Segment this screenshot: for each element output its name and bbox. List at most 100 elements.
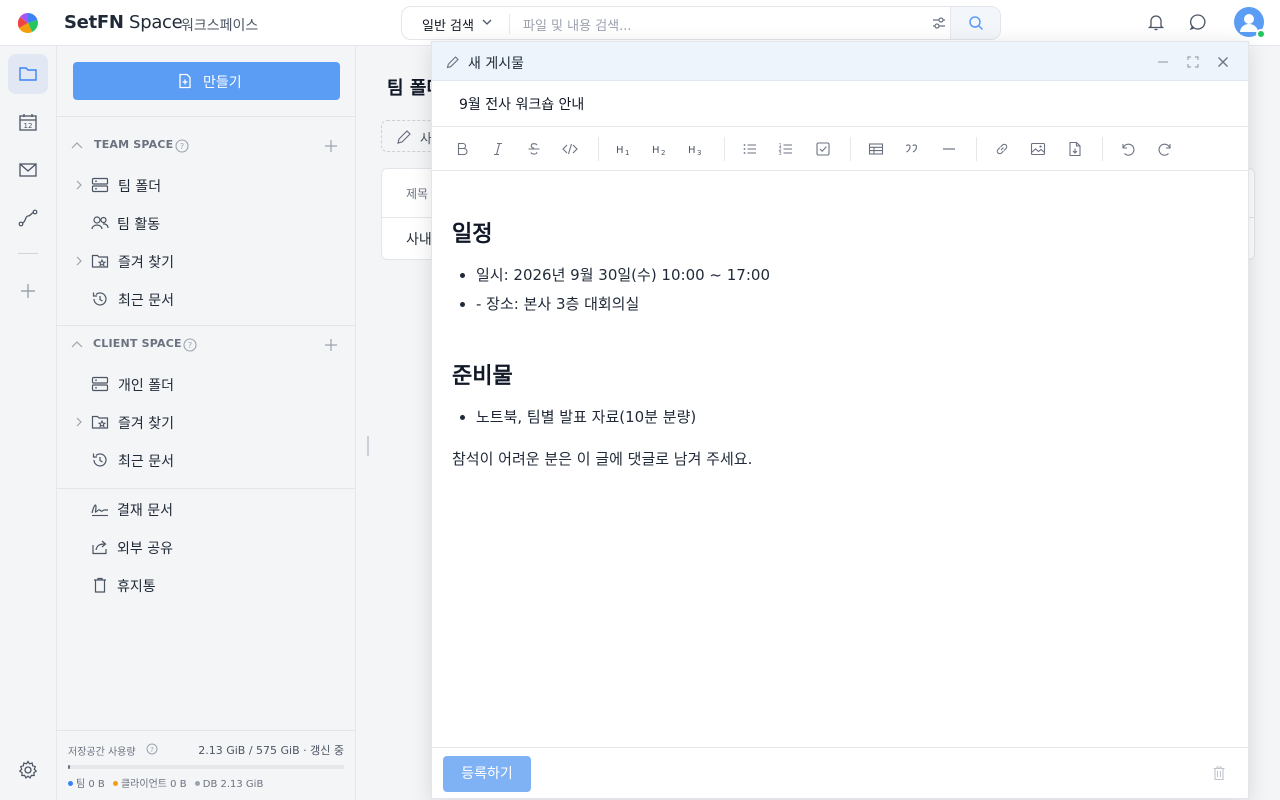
pencil-icon (397, 130, 411, 144)
search-bar: 일반 검색 파일 및 내용 검색... (401, 6, 1001, 40)
sidebar-item-client-recent[interactable]: 최근 문서 (57, 444, 356, 476)
search-mode-select[interactable]: 일반 검색 (422, 15, 474, 34)
rail-files[interactable] (8, 54, 48, 94)
app-logo[interactable] (18, 13, 38, 33)
chat-icon[interactable] (1188, 12, 1208, 32)
sidebar-item-trash[interactable]: 휴지통 (57, 569, 356, 601)
link-icon[interactable] (993, 140, 1011, 158)
chevron-right-icon[interactable] (75, 417, 83, 427)
legend-team: 팀 0 B (76, 779, 105, 790)
help-icon[interactable]: ? (146, 743, 158, 755)
client-space-header[interactable]: CLIENT SPACE ? (57, 333, 356, 357)
attachment-icon[interactable] (1066, 140, 1084, 158)
subject-input[interactable] (448, 90, 1228, 118)
brand-name[interactable]: SetFN Space (64, 12, 183, 33)
help-icon[interactable]: ? (175, 139, 189, 153)
dialog-footer: 등록하기 (432, 747, 1248, 799)
filter-icon[interactable] (931, 15, 947, 31)
user-avatar[interactable] (1234, 7, 1266, 39)
legend-dot-team (68, 781, 73, 786)
trash-icon[interactable] (1211, 765, 1227, 781)
undo-icon[interactable] (1119, 140, 1137, 158)
minimize-icon[interactable] (1156, 55, 1170, 69)
team-space-header[interactable]: TEAM SPACE ? (57, 134, 356, 158)
search-input[interactable]: 파일 및 내용 검색... (523, 15, 632, 34)
legend-client: 클라이언트 0 B (120, 779, 187, 790)
submit-button[interactable]: 등록하기 (443, 756, 531, 792)
new-post-dialog: 새 게시물 H1 H2 H3 123 일정 일시: 2026년 9 (431, 41, 1249, 799)
chevron-right-icon[interactable] (75, 180, 83, 190)
horizontal-rule-icon[interactable] (940, 140, 958, 158)
svg-text:1: 1 (625, 149, 629, 157)
chevron-up-icon[interactable] (71, 141, 83, 151)
editor-content[interactable]: 일정 일시: 2026년 9월 30일(수) 10:00 ~ 17:00 - 장… (432, 172, 1248, 746)
svg-text:H: H (688, 145, 696, 156)
sidebar-item-team-recent[interactable]: 최근 문서 (57, 283, 356, 315)
sidebar-item-team-favorites[interactable]: 즐겨 찾기 (57, 245, 356, 277)
sidebar-item-external-share[interactable]: 외부 공유 (57, 531, 356, 563)
sidebar-item-label: 즐겨 찾기 (118, 255, 174, 271)
workflow-icon (18, 209, 38, 227)
sidebar-panel: 만들기 TEAM SPACE ? 팀 폴더 팀 활동 즐겨 찾기 최근 문서 C… (57, 46, 356, 800)
brand-main: SetFN (64, 12, 124, 33)
sidebar-item-label: 외부 공유 (117, 541, 173, 557)
share-icon (92, 540, 107, 555)
close-icon[interactable] (1216, 55, 1230, 69)
search-button[interactable] (950, 7, 1000, 39)
star-folder-icon (91, 254, 109, 268)
bold-icon[interactable] (453, 140, 471, 158)
sidebar-item-approval[interactable]: 결재 문서 (57, 493, 356, 525)
list-item: 노트북, 팀별 발표 자료(10분 분량) (476, 403, 696, 432)
calendar-icon: 12 (19, 114, 37, 131)
signature-icon (91, 504, 108, 517)
online-status-dot (1256, 29, 1266, 39)
chevron-right-icon[interactable] (75, 256, 83, 266)
workspace-label: 워크스페이스 (181, 18, 259, 34)
rail-calendar[interactable]: 12 (8, 102, 48, 142)
sidebar-item-team-activity[interactable]: 팀 활동 (57, 207, 356, 239)
folder-icon (19, 67, 37, 81)
add-client-space-icon[interactable] (324, 338, 338, 352)
server-icon (91, 376, 109, 392)
toolbar-separator (976, 137, 977, 161)
list-item: - 장소: 본사 3층 대회의실 (476, 290, 770, 319)
add-team-space-icon[interactable] (324, 139, 338, 153)
mail-icon (19, 163, 37, 177)
italic-icon[interactable] (489, 140, 507, 158)
svg-text:3: 3 (779, 151, 782, 157)
svg-text:?: ? (150, 746, 154, 754)
rail-workflow[interactable] (8, 198, 48, 238)
body-paragraph: 참석이 어려운 분은 이 글에 댓글로 남겨 주세요. (452, 450, 753, 468)
redo-icon[interactable] (1156, 140, 1174, 158)
h3-icon[interactable]: H3 (687, 140, 705, 158)
table-icon[interactable] (867, 140, 885, 158)
subject-row (432, 82, 1248, 127)
rail-settings[interactable] (8, 750, 48, 790)
sidebar-item-team-folder[interactable]: 팀 폴더 (57, 169, 356, 201)
table-row[interactable]: 사내 (406, 229, 432, 249)
h2-icon[interactable]: H2 (651, 140, 669, 158)
schedule-list: 일시: 2026년 9월 30일(수) 10:00 ~ 17:00 - 장소: … (476, 261, 770, 319)
rail-add[interactable] (8, 271, 48, 311)
help-icon[interactable]: ? (183, 338, 197, 352)
divider (57, 116, 356, 117)
bullet-list-icon[interactable] (741, 140, 759, 158)
strikethrough-icon[interactable] (525, 140, 543, 158)
quote-icon[interactable] (903, 140, 921, 158)
supplies-list: 노트북, 팀별 발표 자료(10분 분량) (476, 403, 696, 432)
chevron-up-icon[interactable] (71, 340, 83, 350)
sidebar-item-client-favorites[interactable]: 즐겨 찾기 (57, 406, 356, 438)
sidebar-item-personal-folder[interactable]: 개인 폴더 (57, 368, 356, 400)
create-button[interactable]: 만들기 (73, 62, 340, 100)
svg-text:12: 12 (24, 122, 33, 130)
code-icon[interactable] (561, 140, 579, 158)
panel-resize-handle[interactable] (367, 436, 369, 456)
maximize-icon[interactable] (1186, 55, 1200, 69)
ordered-list-icon[interactable]: 123 (777, 140, 795, 158)
bell-icon[interactable] (1146, 12, 1166, 32)
rail-mail[interactable] (8, 150, 48, 190)
gear-icon (18, 760, 38, 779)
h1-icon[interactable]: H1 (615, 140, 633, 158)
image-icon[interactable] (1029, 140, 1047, 158)
task-list-icon[interactable] (814, 140, 832, 158)
